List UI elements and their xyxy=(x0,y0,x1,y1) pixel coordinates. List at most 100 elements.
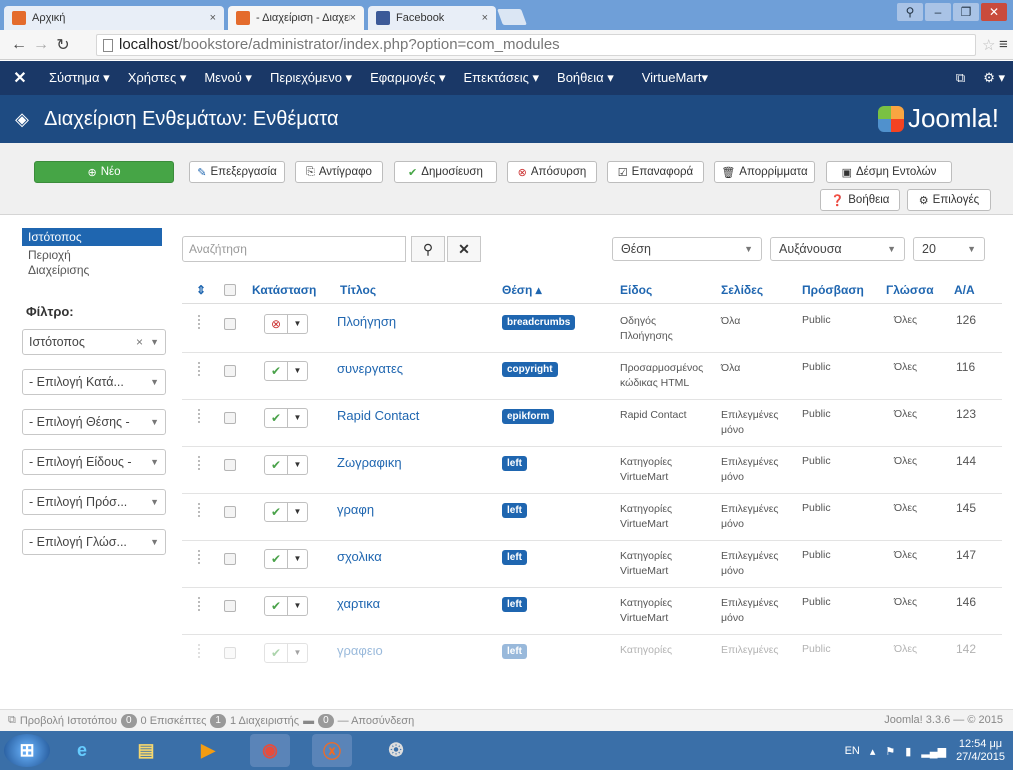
row-checkbox[interactable] xyxy=(224,412,236,424)
media-player-icon[interactable]: ▶ xyxy=(188,734,228,767)
new-button[interactable]: ⊕ Νέο xyxy=(34,161,174,183)
help-button[interactable]: ❓ Βοήθεια xyxy=(820,189,900,211)
clear-search-button[interactable]: ✕ xyxy=(447,236,481,262)
published-check-icon[interactable]: ✔ xyxy=(265,409,288,427)
unpublish-button[interactable]: ⊗ Απόσυρση xyxy=(507,161,597,183)
sort-ordering-icon[interactable]: ⇕ xyxy=(196,283,206,297)
search-input[interactable]: Αναζήτηση xyxy=(182,236,406,262)
published-check-icon[interactable]: ✔ xyxy=(265,597,288,615)
filter-language-select[interactable]: - Επιλογή Γλώσ... ▼ xyxy=(22,529,166,555)
filter-state-select[interactable]: - Επιλογή Κατά... ▼ xyxy=(22,369,166,395)
order-select[interactable]: Αυξάνουσα ▼ xyxy=(770,237,905,261)
browser-menu-icon[interactable]: ≡ xyxy=(999,36,1008,53)
network-icon[interactable]: ▮ xyxy=(905,745,911,758)
row-checkbox[interactable] xyxy=(224,365,236,377)
publish-button[interactable]: ✔ Δημοσίευση xyxy=(394,161,497,183)
unpublished-icon[interactable]: ⊗ xyxy=(265,315,288,333)
chevron-down-icon[interactable]: ▼ xyxy=(288,503,307,521)
menu-extensions[interactable]: Επεκτάσεις ▾ xyxy=(455,70,549,86)
module-title-link[interactable]: Rapid Contact xyxy=(337,408,419,423)
chrome-icon[interactable]: ◉ xyxy=(250,734,290,767)
browser-tab-admin[interactable]: - Διαχείριση - Διαχείριση × xyxy=(228,6,364,30)
drag-handle-icon[interactable] xyxy=(198,456,202,470)
reload-icon[interactable]: ↻ xyxy=(52,35,74,55)
status-toggle[interactable]: ✔ ▼ xyxy=(264,502,308,522)
module-title-link[interactable]: γραφειο xyxy=(337,643,383,658)
filter-client-select[interactable]: Ιστότοπος × ▼ xyxy=(22,329,166,355)
flag-icon[interactable]: ⚑ xyxy=(885,745,895,758)
position-select[interactable]: Θέση ▼ xyxy=(612,237,762,261)
sidebar-item-site[interactable]: Ιστότοπος xyxy=(22,228,162,246)
published-check-icon[interactable]: ✔ xyxy=(265,456,288,474)
close-tab-icon[interactable]: × xyxy=(210,12,216,24)
copy-button[interactable]: ⎘ Αντίγραφο xyxy=(295,161,383,183)
windows-start-icon[interactable]: ⊞ xyxy=(4,734,50,767)
chevron-up-icon[interactable]: ▴ xyxy=(870,745,876,758)
close-window-icon[interactable]: ✕ xyxy=(981,3,1007,21)
menu-system[interactable]: Σύστημα ▾ xyxy=(40,70,119,86)
app-icon[interactable]: ❂ xyxy=(376,734,416,767)
status-toggle[interactable]: ✔ ▼ xyxy=(264,361,308,381)
file-explorer-icon[interactable]: ▤ xyxy=(126,734,166,767)
status-toggle[interactable]: ⊗ ▼ xyxy=(264,314,308,334)
column-access[interactable]: Πρόσβαση xyxy=(802,283,864,297)
chevron-down-icon[interactable]: ▼ xyxy=(288,550,307,568)
status-toggle[interactable]: ✔ ▼ xyxy=(264,408,308,428)
column-position[interactable]: Θέση ▴ xyxy=(502,283,542,297)
drag-handle-icon[interactable] xyxy=(198,597,202,611)
module-title-link[interactable]: συνεργατες xyxy=(337,361,403,376)
published-check-icon[interactable]: ✔ xyxy=(265,550,288,568)
language-indicator[interactable]: EN xyxy=(845,745,860,757)
edit-button[interactable]: ✎ Επεξεργασία xyxy=(189,161,285,183)
filter-access-select[interactable]: - Επιλογή Πρόσ... ▼ xyxy=(22,489,166,515)
menu-help[interactable]: Βοήθεια ▾ xyxy=(548,70,623,86)
clock[interactable]: 12:54 μμ 27/4/2015 xyxy=(956,738,1005,764)
column-title[interactable]: Τίτλος xyxy=(340,283,376,297)
gear-icon[interactable]: ⚙ ▾ xyxy=(983,70,1005,86)
search-button[interactable]: ⚲ xyxy=(411,236,445,262)
trash-button[interactable]: 🗑 Απορρίμματα xyxy=(714,161,815,183)
published-check-icon[interactable]: ✔ xyxy=(265,503,288,521)
browser-tab-home[interactable]: Αρχική × xyxy=(4,6,224,30)
xampp-icon[interactable]: ⓧ xyxy=(312,734,352,767)
row-checkbox[interactable] xyxy=(224,553,236,565)
menu-content[interactable]: Περιεχόμενο ▾ xyxy=(261,70,361,86)
bookmark-star-icon[interactable]: ☆ xyxy=(982,36,995,54)
user-icon[interactable]: ⚲ xyxy=(897,3,923,21)
module-title-link[interactable]: σχολικα xyxy=(337,549,382,564)
column-pages[interactable]: Σελίδες xyxy=(721,283,763,297)
published-check-icon[interactable]: ✔ xyxy=(265,644,288,662)
close-tab-icon[interactable]: × xyxy=(350,12,356,24)
internet-explorer-icon[interactable]: e xyxy=(62,734,102,767)
minimize-icon[interactable]: – xyxy=(925,3,951,21)
status-toggle[interactable]: ✔ ▼ xyxy=(264,455,308,475)
filter-position-select[interactable]: - Επιλογή Θέσης - ▼ xyxy=(22,409,166,435)
signal-icon[interactable]: ▂▄▆ xyxy=(921,745,946,758)
drag-handle-icon[interactable] xyxy=(198,362,202,376)
drag-handle-icon[interactable] xyxy=(198,550,202,564)
menu-components[interactable]: Εφαρμογές ▾ xyxy=(361,70,454,86)
menu-virtuemart[interactable]: VirtueMart▾ xyxy=(633,70,717,86)
maximize-icon[interactable]: ❐ xyxy=(953,3,979,21)
module-title-link[interactable]: γραφη xyxy=(337,502,374,517)
checkin-button[interactable]: ☑ Επαναφορά xyxy=(607,161,704,183)
new-tab-button[interactable] xyxy=(497,9,527,25)
module-title-link[interactable]: Πλοήγηση xyxy=(337,314,396,329)
drag-handle-icon[interactable] xyxy=(198,503,202,517)
menu-users[interactable]: Χρήστες ▾ xyxy=(119,70,196,86)
sidebar-item-administrator[interactable]: Περιοχή Διαχείρισης xyxy=(22,246,112,280)
limit-select[interactable]: 20 ▼ xyxy=(913,237,985,261)
chevron-down-icon[interactable]: ▼ xyxy=(288,409,307,427)
clear-icon[interactable]: × xyxy=(136,330,143,354)
drag-handle-icon[interactable] xyxy=(198,409,202,423)
filter-type-select[interactable]: - Επιλογή Είδους - ▼ xyxy=(22,449,166,475)
column-type[interactable]: Είδος xyxy=(620,283,652,297)
module-title-link[interactable]: χαρτικα xyxy=(337,596,380,611)
batch-button[interactable]: ▣ Δέσμη Εντολών xyxy=(826,161,952,183)
row-checkbox[interactable] xyxy=(224,459,236,471)
forward-icon[interactable]: → xyxy=(30,36,52,54)
logout-link[interactable]: — Αποσύνδεση xyxy=(338,715,415,727)
browser-tab-facebook[interactable]: Facebook × xyxy=(368,6,496,30)
chevron-down-icon[interactable]: ▼ xyxy=(288,315,307,333)
chevron-down-icon[interactable]: ▼ xyxy=(288,644,307,662)
